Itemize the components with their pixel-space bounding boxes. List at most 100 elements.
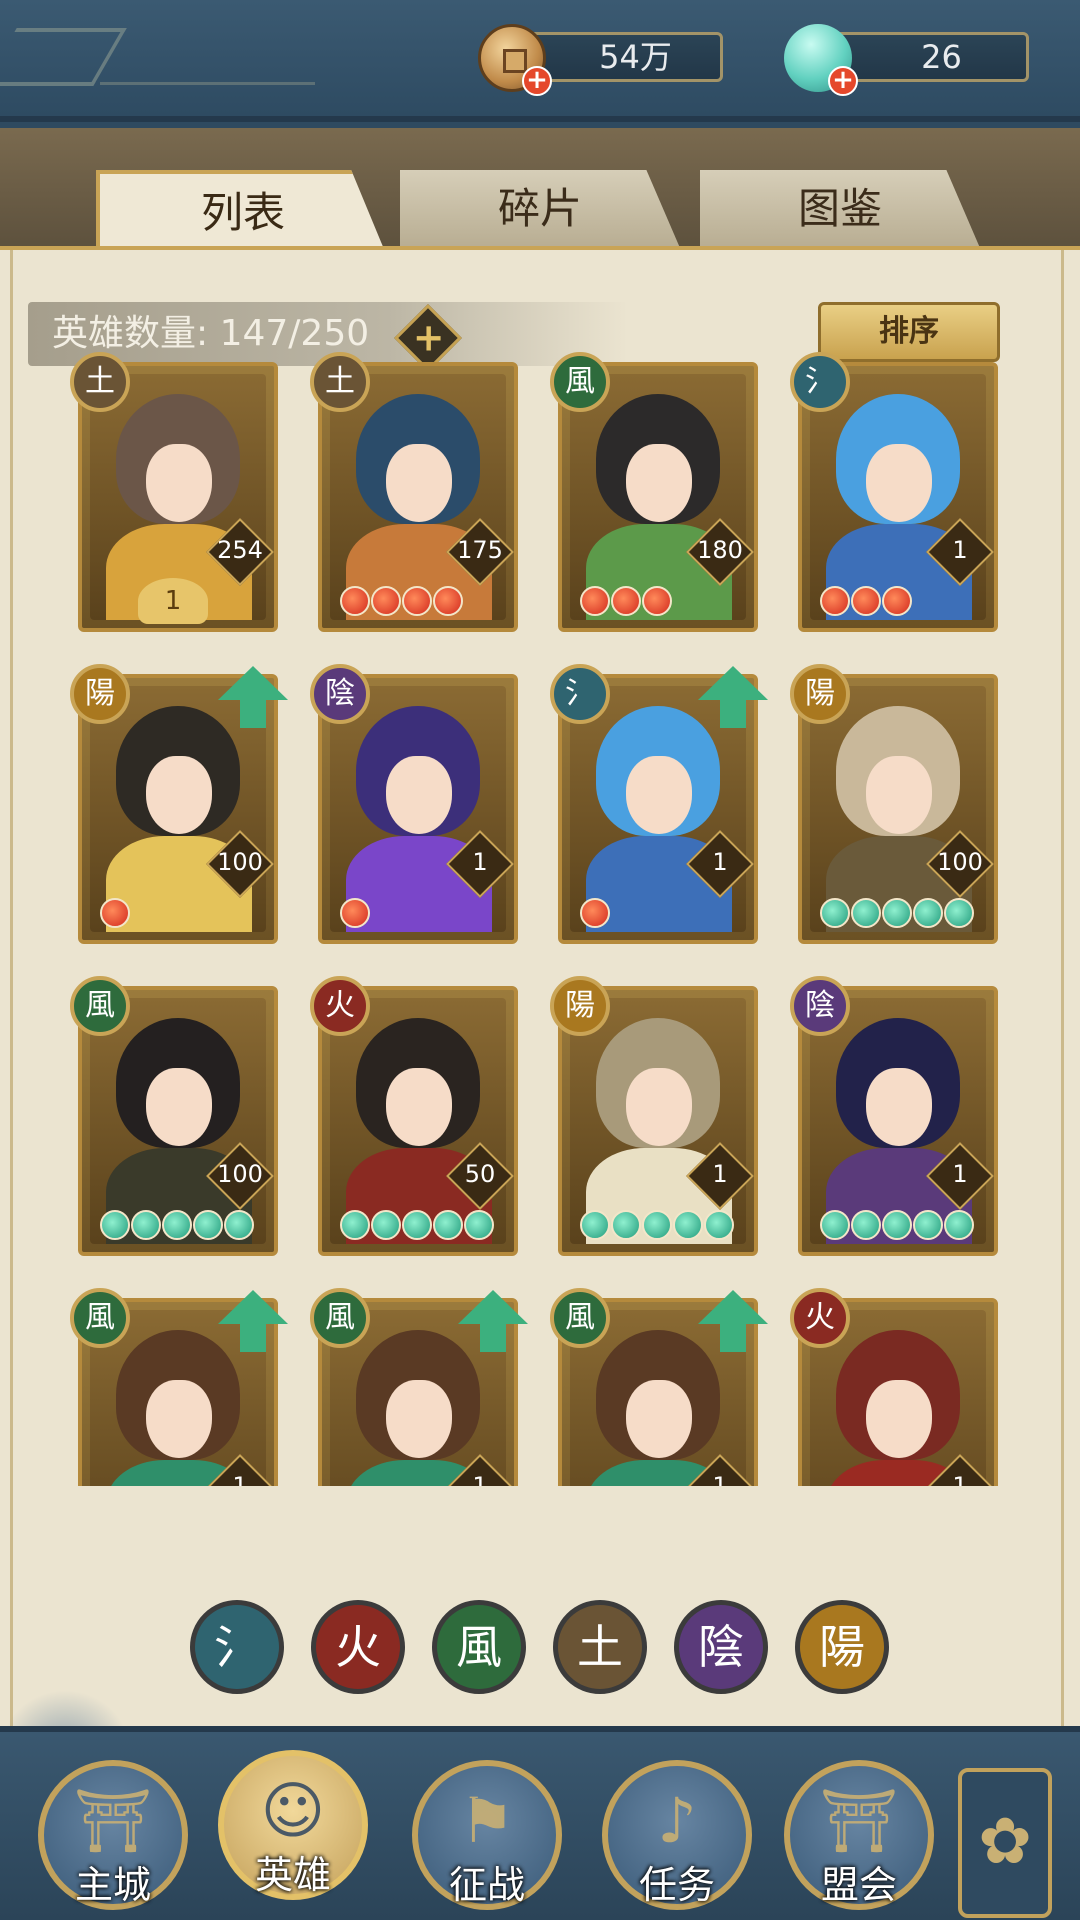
star-row: [580, 1210, 735, 1244]
green-star-icon: [100, 1210, 130, 1240]
red-star-icon: [371, 586, 401, 616]
green-star-icon: [611, 1210, 641, 1240]
green-star-icon: [851, 898, 881, 928]
hero-level: 100: [217, 848, 263, 876]
red-star-icon: [402, 586, 432, 616]
hero-card[interactable]: 氵1: [790, 352, 998, 632]
hero-grid: 土 254 1 土 175 風 180 氵 1 陽 100 陰 1 氵 1 陽 100 風 100 火 50 陽 1 陰 1 風 1…: [0, 324, 1080, 1486]
green-star-icon: [642, 1210, 672, 1240]
star-row: [820, 586, 913, 620]
bottom-navigation: ✿ ⛩ 主城 ☺ 英雄 ⚑ 征战 ♪ 任务 ⛩ 盟会: [0, 1726, 1080, 1920]
red-star-icon: [100, 898, 130, 928]
green-star-icon: [340, 1210, 370, 1240]
element-filter-button[interactable]: 氵: [190, 1600, 284, 1694]
hero-face: [146, 1380, 212, 1458]
hero-portrait-icon: ☺: [260, 1774, 326, 1847]
hero-card[interactable]: 風1: [70, 1288, 288, 1486]
nav-item[interactable]: ♪ 任务: [602, 1760, 752, 1910]
element-filter-button[interactable]: 火: [311, 1600, 405, 1694]
green-star-icon: [704, 1210, 734, 1240]
hero-card[interactable]: 風 180: [550, 352, 758, 632]
green-star-icon: [851, 1210, 881, 1240]
element-badge: 風: [70, 1288, 130, 1348]
hero-face: [386, 1380, 452, 1458]
topbar-divider: [100, 82, 315, 85]
hero-face: [386, 444, 452, 522]
upgrade-arrow-icon: [698, 666, 768, 730]
element-filter-button[interactable]: 陰: [674, 1600, 768, 1694]
star-row: [580, 898, 611, 932]
rank-lotus-badge: 1: [138, 578, 208, 624]
nav-label: 任务: [638, 1863, 715, 1907]
nav-item[interactable]: ⚑ 征战: [412, 1760, 562, 1910]
nav-label: 主城: [74, 1863, 151, 1907]
hero-face: [626, 1068, 692, 1146]
green-star-icon: [433, 1210, 463, 1240]
upgrade-arrow-icon: [458, 1290, 528, 1354]
hero-card[interactable]: 火 50: [310, 976, 518, 1256]
red-star-icon: [340, 898, 370, 928]
nav-label: 征战: [448, 1863, 525, 1907]
hero-face: [866, 756, 932, 834]
alliance-gate-icon: ⛩: [819, 1784, 899, 1857]
red-star-icon: [580, 898, 610, 928]
hero-level: 1: [952, 1472, 968, 1486]
green-star-icon: [224, 1210, 254, 1240]
element-badge: 氵: [790, 352, 850, 412]
nav-item[interactable]: ⛩ 盟会: [784, 1760, 934, 1910]
hero-card[interactable]: 火1: [790, 1288, 998, 1486]
menu-flower-icon[interactable]: ✿: [958, 1768, 1052, 1918]
hero-card[interactable]: 風1: [310, 1288, 528, 1486]
hero-card[interactable]: 陽1: [550, 976, 758, 1256]
element-filter-button[interactable]: 風: [432, 1600, 526, 1694]
green-star-icon: [162, 1210, 192, 1240]
tab-fragments[interactable]: 碎片: [400, 170, 680, 248]
nav-label: 英雄: [254, 1853, 331, 1897]
hero-card[interactable]: 土 254 1: [70, 352, 278, 632]
green-star-icon: [402, 1210, 432, 1240]
tab-list[interactable]: 列表: [96, 170, 386, 254]
hero-level: 175: [457, 536, 503, 564]
tab-codex[interactable]: 图鉴: [700, 170, 980, 248]
element-badge: 陽: [550, 976, 610, 1036]
hero-face: [386, 1068, 452, 1146]
red-star-icon: [882, 586, 912, 616]
hero-face: [626, 444, 692, 522]
element-filter-button[interactable]: 陽: [795, 1600, 889, 1694]
hero-card[interactable]: 風1: [550, 1288, 768, 1486]
add-coins-icon[interactable]: +: [522, 66, 552, 96]
red-star-icon: [433, 586, 463, 616]
element-badge: 陽: [70, 664, 130, 724]
battle-horn-icon: ⚑: [459, 1784, 515, 1857]
city-gate-icon: ⛩: [73, 1784, 153, 1857]
nav-item[interactable]: ☺ 英雄: [218, 1750, 368, 1900]
hero-card[interactable]: 陽 100: [790, 664, 998, 944]
green-star-icon: [193, 1210, 223, 1240]
green-star-icon: [820, 1210, 850, 1240]
star-row: [820, 1210, 975, 1244]
element-badge: 土: [310, 352, 370, 412]
nav-item[interactable]: ⛩ 主城: [38, 1760, 188, 1910]
element-filter-button[interactable]: 土: [553, 1600, 647, 1694]
red-star-icon: [340, 586, 370, 616]
element-badge: 陽: [790, 664, 850, 724]
hero-card[interactable]: 土 175: [310, 352, 518, 632]
hero-card[interactable]: 陰1: [790, 976, 998, 1256]
hero-face: [866, 1068, 932, 1146]
star-row: [340, 1210, 495, 1244]
hero-card[interactable]: 風 100: [70, 976, 278, 1256]
red-star-icon: [820, 586, 850, 616]
hero-level: 50: [464, 1160, 496, 1188]
hero-card[interactable]: 氵1: [550, 664, 768, 944]
red-star-icon: [611, 586, 641, 616]
star-row: [340, 898, 371, 932]
hero-card[interactable]: 陰1: [310, 664, 518, 944]
green-star-icon: [820, 898, 850, 928]
upgrade-arrow-icon: [698, 1290, 768, 1354]
hero-face: [146, 756, 212, 834]
red-star-icon: [642, 586, 672, 616]
green-star-icon: [913, 1210, 943, 1240]
hero-card[interactable]: 陽 100: [70, 664, 288, 944]
add-shells-icon[interactable]: +: [828, 66, 858, 96]
element-badge: 風: [70, 976, 130, 1036]
